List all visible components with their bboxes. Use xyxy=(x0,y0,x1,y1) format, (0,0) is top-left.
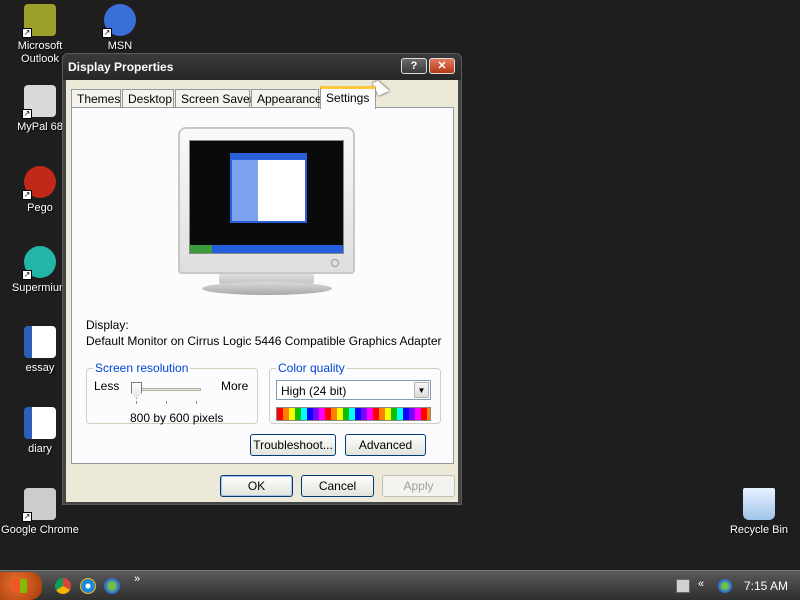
desktop-icon-label: Google Chrome xyxy=(1,524,79,536)
chevron-down-icon[interactable]: ▼ xyxy=(414,382,429,398)
settings-panel: Display: Default Monitor on Cirrus Logic… xyxy=(71,107,454,464)
msn-butterfly-icon: ↗ xyxy=(102,4,136,38)
quick-launch-chevron[interactable]: » xyxy=(134,573,140,585)
windows-logo-icon xyxy=(13,579,27,593)
supermium-icon: ↗ xyxy=(22,246,56,280)
display-properties-window: Display Properties ? ✕ Themes Desktop Sc… xyxy=(62,53,462,505)
desktop-icon-recycle-bin[interactable]: Recycle Bin xyxy=(719,488,799,537)
window-title: Display Properties xyxy=(68,60,174,74)
display-label: Display: xyxy=(86,318,129,332)
tab-appearance[interactable]: Appearance xyxy=(251,89,322,108)
outlook-icon: ↗ xyxy=(22,4,56,38)
monitor-screen xyxy=(189,140,344,254)
color-quality-select[interactable]: High (24 bit) ▼ xyxy=(276,380,431,400)
tab-desktop[interactable]: Desktop xyxy=(122,89,174,108)
chrome-icon[interactable] xyxy=(55,578,71,594)
taskbar: » « 7:15 AM xyxy=(0,570,800,600)
preview-window-thumbnail xyxy=(230,153,307,223)
monitor-stand xyxy=(202,282,332,295)
tab-settings[interactable]: Settings xyxy=(320,86,376,109)
power-button-icon xyxy=(331,259,339,267)
desktop-icon-label: MSN xyxy=(107,40,133,52)
color-spectrum-bar xyxy=(276,407,431,421)
monitor-preview xyxy=(178,127,355,274)
mypal-icon: ↗ xyxy=(22,85,56,119)
desktop-icon-label: Recycle Bin xyxy=(729,524,789,536)
chrome-icon: ↗ xyxy=(22,488,56,522)
tab-themes[interactable]: Themes xyxy=(71,89,121,108)
desktop-icon-msn[interactable]: ↗ MSN xyxy=(80,4,160,53)
recycle-bin-icon xyxy=(743,488,775,520)
internet-explorer-icon[interactable] xyxy=(80,578,96,594)
msn-icon[interactable] xyxy=(104,578,120,594)
color-quality-value: High (24 bit) xyxy=(281,384,347,398)
help-button[interactable]: ? xyxy=(401,58,427,74)
resolution-slider-thumb[interactable] xyxy=(131,382,142,399)
messenger-tray-icon[interactable] xyxy=(718,579,732,593)
display-adapter-name: Default Monitor on Cirrus Logic 5446 Com… xyxy=(86,334,442,348)
title-bar[interactable]: Display Properties ? ✕ xyxy=(63,54,461,80)
resolution-less-label: Less xyxy=(94,379,120,393)
screen-resolution-legend: Screen resolution xyxy=(93,361,191,375)
resolution-more-label: More xyxy=(221,379,249,393)
keyboard-icon[interactable] xyxy=(676,579,690,593)
word-document-icon xyxy=(24,407,56,439)
apply-button[interactable]: Apply xyxy=(382,475,455,497)
preview-taskbar xyxy=(190,245,343,253)
start-button[interactable] xyxy=(0,572,42,600)
ok-button[interactable]: OK xyxy=(220,475,293,497)
tray-expand-chevron[interactable]: « xyxy=(698,578,704,590)
resolution-value: 800 by 600 pixels xyxy=(130,411,224,425)
close-button[interactable]: ✕ xyxy=(429,58,455,74)
color-quality-group: Color quality High (24 bit) ▼ xyxy=(269,361,441,424)
window-client-area: Themes Desktop Screen Saver Appearance S… xyxy=(66,80,458,502)
pego-icon: ↗ xyxy=(22,166,56,200)
color-quality-legend: Color quality xyxy=(276,361,347,375)
screen-resolution-group: Screen resolution Less More 800 by 600 p… xyxy=(86,361,258,425)
clock: 7:15 AM xyxy=(744,579,789,593)
troubleshoot-button[interactable]: Troubleshoot... xyxy=(250,434,336,456)
word-document-icon xyxy=(24,326,56,358)
advanced-button[interactable]: Advanced xyxy=(345,434,426,456)
tab-screen-saver[interactable]: Screen Saver xyxy=(175,89,254,108)
cancel-button[interactable]: Cancel xyxy=(301,475,374,497)
